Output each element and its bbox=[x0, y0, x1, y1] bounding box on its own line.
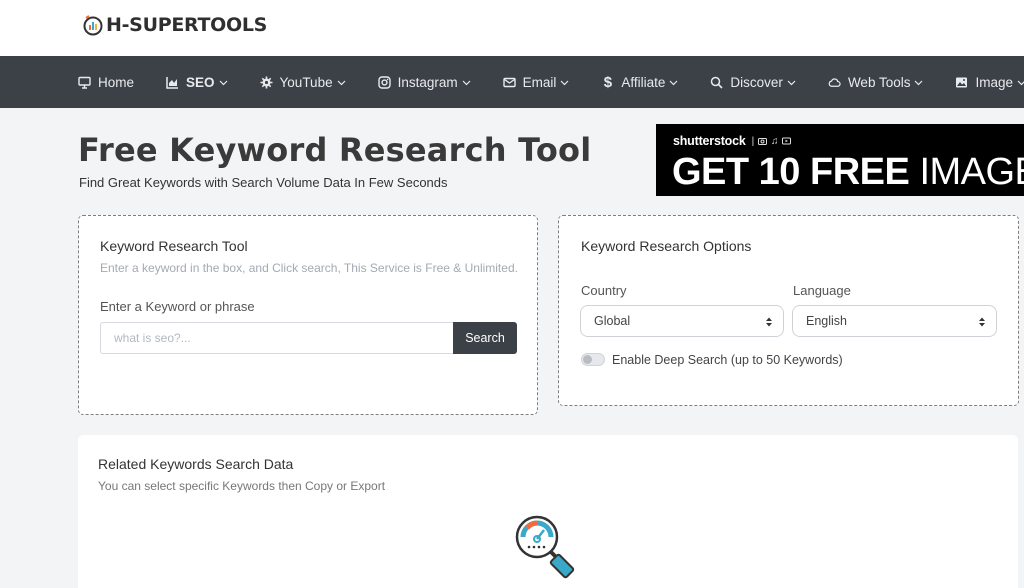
search-button[interactable]: Search bbox=[453, 322, 517, 354]
card-description: You can select specific Keywords then Co… bbox=[98, 479, 386, 493]
nav-item-web-tools[interactable]: Web Tools bbox=[828, 75, 924, 90]
nav-label: Home bbox=[98, 74, 135, 90]
language-label: Language bbox=[793, 283, 851, 298]
dollar-icon: $ bbox=[603, 73, 613, 91]
nav-item-affiliate[interactable]: $ Affiliate bbox=[601, 73, 678, 91]
camera-icon bbox=[758, 138, 768, 145]
card-title: Related Keywords Search Data bbox=[98, 456, 294, 472]
ad-headline-num: GET 10 bbox=[672, 151, 800, 193]
country-label: Country bbox=[581, 283, 627, 298]
ad-headline-bold: FREE bbox=[810, 151, 910, 193]
page-title: Free Keyword Research Tool bbox=[78, 131, 592, 169]
instagram-icon bbox=[377, 75, 391, 89]
divider-icon: | bbox=[751, 135, 755, 147]
country-select-value: Global bbox=[594, 314, 631, 328]
chevron-down-icon bbox=[560, 78, 569, 87]
nav-label: SEO bbox=[186, 74, 215, 90]
ad-brand: shutterstock | ♫ bbox=[673, 134, 792, 148]
card-description: Enter a keyword in the box, and Click se… bbox=[100, 261, 518, 275]
envelope-icon bbox=[502, 76, 516, 89]
keyword-input-label: Enter a Keyword or phrase bbox=[100, 299, 255, 314]
search-icon bbox=[710, 76, 723, 89]
chart-icon bbox=[166, 76, 179, 89]
video-icon bbox=[782, 137, 792, 145]
brand-bar: H-SUPERTOOLS bbox=[0, 0, 1024, 56]
nav-label: Image bbox=[975, 74, 1014, 90]
keyword-input[interactable] bbox=[100, 322, 454, 354]
ad-brand-name: shutterstock bbox=[673, 134, 746, 148]
nav-item-home[interactable]: Home bbox=[78, 75, 134, 90]
nav-label: Web Tools bbox=[847, 74, 911, 90]
page-subtitle: Find Great Keywords with Search Volume D… bbox=[79, 175, 448, 190]
site-logo[interactable]: H-SUPERTOOLS bbox=[82, 13, 267, 37]
nav-item-youtube[interactable]: YouTube bbox=[260, 75, 346, 90]
nav-label: Instagram bbox=[397, 74, 458, 90]
language-select-value: English bbox=[806, 314, 847, 328]
music-icon: ♫ bbox=[771, 135, 779, 147]
language-select[interactable]: English bbox=[792, 305, 997, 337]
nav-item-image[interactable]: Image bbox=[955, 75, 1024, 90]
card-title: Keyword Research Options bbox=[581, 238, 752, 254]
ad-media-icons: | ♫ bbox=[752, 136, 792, 147]
deep-search-toggle[interactable] bbox=[581, 353, 605, 366]
nav-label: Email bbox=[522, 74, 557, 90]
monitor-icon bbox=[78, 76, 91, 89]
nav-label: YouTube bbox=[279, 74, 333, 90]
chevron-down-icon bbox=[787, 78, 796, 87]
nav-label: Discover bbox=[730, 74, 783, 90]
cloud-icon bbox=[828, 76, 841, 89]
chevron-down-icon bbox=[669, 78, 678, 87]
select-arrows-icon bbox=[978, 316, 986, 328]
country-select[interactable]: Global bbox=[580, 305, 784, 337]
ad-headline-rest: IMAGES bbox=[919, 151, 1024, 193]
deep-search-label: Enable Deep Search (up to 50 Keywords) bbox=[612, 353, 843, 367]
chevron-down-icon bbox=[337, 78, 346, 87]
nav-item-email[interactable]: Email bbox=[502, 74, 570, 90]
nav-item-seo[interactable]: SEO bbox=[166, 75, 228, 90]
logo-icon bbox=[82, 13, 104, 37]
nav-label: Affiliate bbox=[621, 74, 666, 90]
image-icon bbox=[955, 76, 968, 89]
select-arrows-icon bbox=[765, 316, 773, 328]
nav-item-instagram[interactable]: Instagram bbox=[377, 74, 471, 90]
related-keywords-card: Related Keywords Search Data You can sel… bbox=[78, 435, 1018, 588]
keyword-search-illustration-icon bbox=[513, 513, 583, 583]
nav-item-discover[interactable]: Discover bbox=[710, 75, 796, 90]
main-nav: Home SEO YouTube Instagram Email $ Affil… bbox=[0, 56, 1024, 108]
chevron-down-icon bbox=[219, 78, 228, 87]
chevron-down-icon bbox=[914, 78, 923, 87]
chevron-down-icon bbox=[462, 78, 471, 87]
gear-icon bbox=[260, 76, 273, 89]
ad-headline: GET 10 FREE IMAGES bbox=[672, 151, 1024, 194]
ad-banner[interactable]: shutterstock | ♫ GET 10 FREE IMAGES bbox=[656, 124, 1024, 196]
card-title: Keyword Research Tool bbox=[100, 238, 248, 254]
chevron-down-icon bbox=[1017, 78, 1024, 87]
research-options-card: Keyword Research Options Country Languag… bbox=[558, 215, 1019, 406]
site-name: H-SUPERTOOLS bbox=[106, 14, 268, 36]
keyword-tool-card: Keyword Research Tool Enter a keyword in… bbox=[78, 215, 538, 415]
